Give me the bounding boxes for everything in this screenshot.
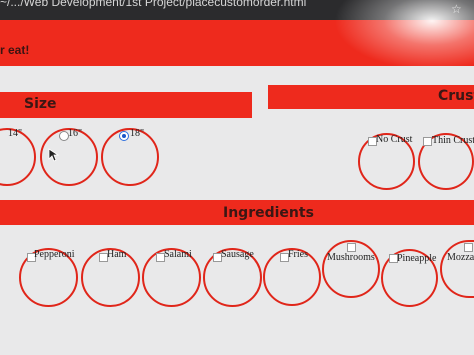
size-radio-18[interactable] bbox=[119, 131, 129, 141]
ingredient-label-mozzarella: Mozzarella bbox=[447, 252, 474, 263]
screen-glare bbox=[334, 0, 474, 70]
crust-title: Crust bbox=[438, 88, 474, 104]
ingredient-label-pepperoni: Pepperoni bbox=[34, 249, 75, 260]
crust-label-thin-crust: Thin Crust bbox=[432, 135, 474, 146]
ingredient-label-fries: Fries bbox=[288, 249, 308, 260]
mouse-cursor-icon bbox=[48, 148, 60, 162]
ingredient-label-sausage: Sausage bbox=[221, 249, 254, 260]
size-label-18: 18" bbox=[130, 128, 145, 139]
ingredients-title: Ingredients bbox=[223, 205, 314, 221]
address-bar[interactable]: ~/.../Web Development/1st Project/placec… bbox=[0, 0, 306, 9]
size-title: Size bbox=[24, 96, 57, 112]
header-tagline: r eat! bbox=[0, 43, 30, 57]
crust-label-no-crust: No Crust bbox=[376, 134, 413, 145]
ingredient-checkbox-mozzarella[interactable] bbox=[464, 243, 473, 252]
size-label-14: 14" bbox=[8, 128, 23, 139]
ingredient-label-ham: Ham bbox=[107, 249, 127, 260]
mozzarella-label-clip: Mozzarella bbox=[447, 252, 474, 266]
size-label-16: 16" bbox=[68, 128, 83, 139]
ingredient-label-salami: Salami bbox=[164, 249, 192, 260]
crust-checkbox-thin-crust[interactable] bbox=[423, 137, 432, 146]
ingredient-label-pineapple: Pineapple bbox=[397, 253, 437, 264]
ingredient-checkbox-mushrooms[interactable] bbox=[347, 243, 356, 252]
ingredient-label-mushrooms: Mushrooms bbox=[327, 252, 375, 263]
